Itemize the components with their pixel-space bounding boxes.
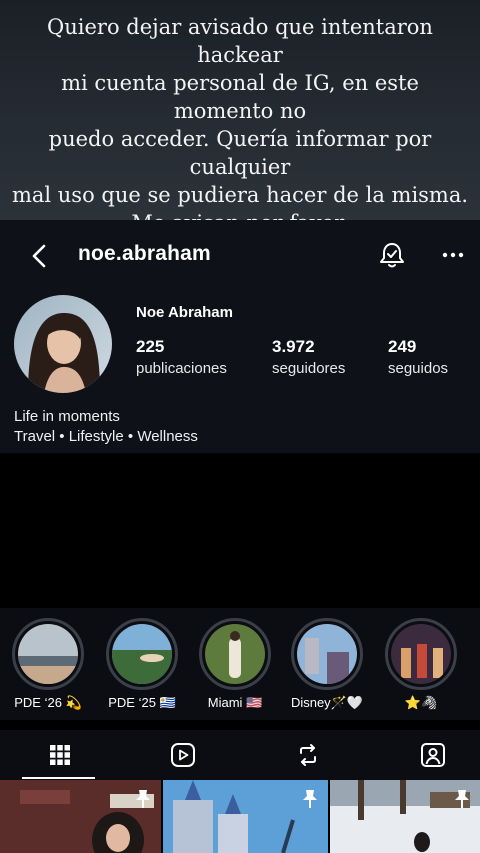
highlight-thumbnail: [297, 624, 357, 684]
grid-post[interactable]: [163, 780, 328, 853]
stat-following[interactable]: 249 seguidos: [388, 337, 448, 377]
highlight-thumbnail: [112, 624, 172, 684]
grid-post[interactable]: [330, 780, 480, 853]
notifications-button[interactable]: [378, 240, 406, 270]
more-icon: [442, 252, 464, 258]
posts-grid: [0, 780, 480, 853]
stat-posts-label: publicaciones: [136, 360, 227, 377]
highlight-thumbnail: [18, 624, 78, 684]
highlight-label: Disney🪄🤍: [290, 695, 364, 710]
profile-full-name: Noe Abraham: [136, 304, 233, 321]
back-button[interactable]: [28, 242, 52, 270]
highlight-label: ⭐️🦓: [404, 695, 438, 710]
highlight-thumbnail: [205, 624, 265, 684]
bio-line: Life in moments: [14, 408, 120, 425]
highlight-item[interactable]: PDE ‘26 💫: [3, 618, 93, 711]
stat-following-value: 249: [388, 337, 417, 356]
tagged-icon: [421, 743, 445, 767]
stat-following-label: seguidos: [388, 360, 449, 377]
reels-icon: [171, 743, 195, 767]
grid-icon: [50, 745, 70, 765]
highlight-item[interactable]: Miami 🇺🇸: [190, 618, 280, 711]
pin-icon: [136, 790, 150, 808]
tab-posts-grid[interactable]: [0, 730, 120, 780]
more-options-button[interactable]: [440, 242, 466, 268]
highlight-label: PDE ‘25 🇺🇾: [108, 695, 176, 710]
stat-followers[interactable]: 3.972 seguidores: [272, 337, 345, 377]
avatar-photo: [14, 295, 112, 393]
stat-followers-label: seguidores: [272, 360, 346, 377]
profile-bio: Life in moments Travel • Lifestyle • Wel…: [14, 407, 198, 447]
tab-tagged[interactable]: [373, 730, 480, 780]
profile-header: noe.abraham Noe Abraham 225 publicacione…: [0, 220, 480, 453]
pin-icon: [303, 790, 317, 808]
bell-check-icon: [380, 243, 404, 268]
chevron-left-icon: [32, 244, 46, 268]
highlight-item[interactable]: ⭐️🦓: [376, 618, 466, 711]
grid-post[interactable]: [0, 780, 161, 853]
tab-reels[interactable]: [123, 730, 243, 780]
story-highlights: PDE ‘26 💫 PDE ‘25 🇺🇾 Miami 🇺🇸 Disney🪄🤍 ⭐…: [0, 608, 480, 720]
highlight-label: PDE ‘26 💫: [14, 695, 82, 710]
bio-line: Travel • Lifestyle • Wellness: [14, 428, 198, 445]
highlight-item[interactable]: PDE ‘25 🇺🇾: [97, 618, 187, 711]
profile-tab-bar: [0, 730, 480, 780]
highlight-label: Miami 🇺🇸: [207, 695, 263, 710]
story-text-overlay: Quiero dejar avisado que intentaron hack…: [0, 0, 480, 263]
highlight-thumbnail: [391, 624, 451, 684]
active-tab-indicator: [22, 777, 95, 779]
profile-username: noe.abraham: [78, 242, 211, 265]
reposts-icon: [300, 744, 316, 766]
tab-reposts[interactable]: [248, 730, 368, 780]
stat-posts[interactable]: 225 publicaciones: [136, 337, 227, 377]
profile-avatar[interactable]: [14, 295, 112, 393]
top-bar: noe.abraham: [0, 236, 480, 276]
highlight-item[interactable]: Disney🪄🤍: [282, 618, 372, 711]
stat-posts-value: 225: [136, 337, 165, 356]
pin-icon: [455, 790, 469, 808]
stat-followers-value: 3.972: [272, 337, 315, 356]
